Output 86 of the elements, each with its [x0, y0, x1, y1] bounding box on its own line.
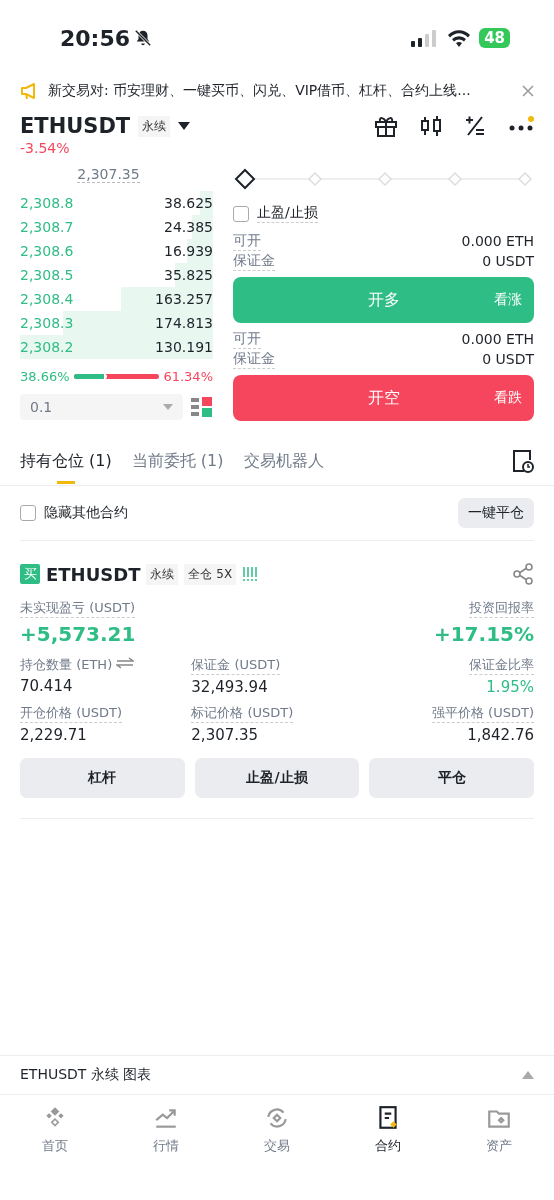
symbol-title[interactable]: ETHUSDT: [20, 114, 131, 138]
bell-muted-icon: [134, 29, 153, 47]
field-label: 保证金 (USDT): [191, 656, 281, 675]
nav-item[interactable]: 资产: [443, 1105, 554, 1159]
info-label: 可开: [233, 231, 261, 251]
action-button[interactable]: 杠杆: [20, 758, 185, 798]
checkbox[interactable]: [233, 205, 249, 222]
bid-price[interactable]: 2,308.8: [20, 195, 74, 211]
bid-quantity: 35.825: [164, 267, 213, 283]
chart-toggle-label[interactable]: ETHUSDT 永续 图表: [20, 1066, 152, 1084]
roe-value: +17.15%: [433, 622, 534, 646]
leverage-slider[interactable]: [233, 166, 534, 192]
bid-price[interactable]: 2,308.7: [20, 219, 74, 235]
bid-price[interactable]: 2,308.3: [20, 315, 74, 331]
side-badge: 买: [20, 564, 40, 584]
wifi-icon: [447, 29, 472, 47]
bid-quantity: 38.625: [164, 195, 213, 211]
field-label: 保证金比率: [469, 656, 534, 675]
field-label: 标记价格 (USDT): [191, 704, 294, 723]
bid-price[interactable]: 2,308.6: [20, 243, 74, 259]
action-button[interactable]: 止盈/止损: [194, 758, 360, 798]
clock: 20:56: [60, 25, 131, 51]
layout-icon[interactable]: [191, 396, 213, 418]
info-value: 0.000 ETH: [461, 331, 534, 347]
short-button[interactable]: 开空 看跌: [233, 375, 534, 421]
long-button[interactable]: 开多 看涨: [233, 277, 534, 323]
announcement-text[interactable]: 新交易对: 币安理财、一键买币、闪兑、VIP借币、杠杆、合约上线...: [48, 82, 514, 100]
gift-icon[interactable]: [374, 115, 398, 137]
candlestick-icon[interactable]: [420, 115, 442, 137]
field-value: 70.414: [20, 677, 74, 695]
bid-quantity: 174.813: [155, 315, 213, 331]
bid-quantity: 16.939: [164, 243, 213, 259]
nav-item[interactable]: 交易: [221, 1105, 333, 1159]
field-label: 持仓数量 (ETH): [20, 656, 135, 674]
info-label: 保证金: [233, 251, 275, 271]
bid-quantity: 24.385: [164, 219, 213, 235]
caret-up-icon[interactable]: [522, 1071, 534, 1079]
share-icon[interactable]: [512, 563, 534, 585]
caret-icon: [163, 404, 173, 410]
nav-item[interactable]: 首页: [0, 1105, 111, 1159]
tab[interactable]: 当前委托 (1): [131, 450, 224, 484]
roe-label: 投资回报率: [469, 599, 534, 618]
tab[interactable]: 持有仓位 (1): [20, 450, 112, 484]
info-label: 可开: [233, 329, 261, 349]
info-value: 0 USDT: [482, 351, 534, 367]
field-value: 1.95%: [486, 678, 534, 696]
mark-price: 2,307.35: [77, 166, 140, 183]
exchange-icon: [264, 1105, 290, 1131]
tab[interactable]: 交易机器人: [243, 450, 324, 484]
position-tag: 永续: [146, 563, 179, 585]
pnl-label: 未实现盈亏 (USDT): [20, 599, 135, 618]
checkbox[interactable]: [20, 505, 36, 521]
bid-price[interactable]: 2,308.5: [20, 267, 74, 283]
field-value: 2,307.35: [191, 726, 260, 744]
swap-icon[interactable]: [116, 657, 135, 669]
close-icon[interactable]: [522, 85, 534, 97]
pnl-value: +5,573.21: [20, 622, 136, 646]
bid-quantity: 130.191: [155, 339, 213, 355]
sell-ratio: 61.34%: [163, 369, 213, 384]
position-tag: 全仓 5X: [184, 563, 237, 585]
precision-select[interactable]: 0.1: [20, 394, 183, 420]
field-label: 强平价格 (USDT): [432, 704, 534, 723]
nav-item[interactable]: 行情: [110, 1105, 222, 1159]
price-change: -3.54%: [19, 139, 71, 156]
field-label: 开仓价格 (USDT): [20, 704, 122, 723]
position-symbol: ETHUSDT: [46, 563, 141, 585]
hide-others-label: 隐藏其他合约: [44, 504, 128, 522]
tpsl-label: 止盈/止损: [257, 204, 318, 223]
bid-quantity: 163.257: [155, 291, 213, 307]
buy-ratio: 38.66%: [20, 369, 70, 384]
bid-price[interactable]: 2,308.4: [20, 291, 74, 307]
history-icon[interactable]: [512, 449, 534, 473]
strength-bars-icon: [242, 566, 259, 582]
plus-minus-icon[interactable]: [464, 115, 486, 137]
nav-item[interactable]: 合约: [332, 1105, 444, 1159]
action-button[interactable]: 平仓: [369, 758, 534, 798]
info-value: 0.000 ETH: [461, 233, 534, 249]
contract-type-tag: 永续: [138, 115, 171, 137]
info-value: 0 USDT: [482, 253, 534, 269]
field-value: 1,842.76: [467, 726, 534, 744]
battery-indicator: 48: [479, 28, 510, 48]
dropdown-caret-icon[interactable]: [178, 122, 191, 130]
field-value: 2,229.71: [20, 726, 88, 744]
close-all-button[interactable]: 一键平仓: [458, 498, 534, 528]
info-label: 保证金: [233, 349, 275, 369]
field-value: 32,493.94: [191, 678, 269, 696]
